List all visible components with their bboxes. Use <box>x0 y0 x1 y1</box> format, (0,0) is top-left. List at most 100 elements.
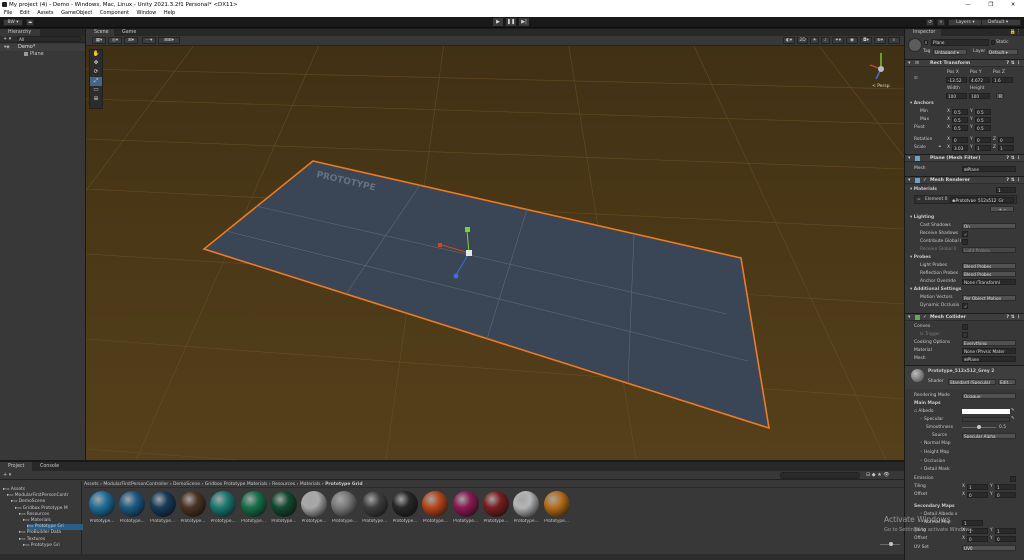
tree-item[interactable]: ▸▭ ProBuilder Data <box>19 530 61 536</box>
component-menu-icon[interactable]: ? ⇅ ⋮ <box>1006 314 1021 321</box>
eyedropper-icon[interactable]: ✎ <box>1011 415 1015 422</box>
offset-x[interactable]: 0 <box>967 492 988 498</box>
maximize-button[interactable]: ❐ <box>980 0 1002 10</box>
material-thumbnail[interactable] <box>513 491 540 517</box>
layout-dropdown[interactable]: Default ▾ <box>981 19 1021 26</box>
shading-dropdown[interactable]: ◐▾ <box>783 37 795 44</box>
collider-mesh-field[interactable]: ⊞Plane <box>962 356 1016 362</box>
hidden-objects-icon[interactable]: ◉ <box>846 37 858 44</box>
component-menu-icon[interactable]: ? ⇅ ⋮ <box>1006 177 1021 184</box>
mesh-field[interactable]: ⊞Plane <box>962 166 1016 172</box>
height-field[interactable]: 100 <box>969 93 990 99</box>
smoothness-value[interactable]: 0.5 <box>999 424 1006 431</box>
pos-y-field[interactable]: 4.672 <box>969 77 990 83</box>
pivot-dropdown[interactable]: ◎▾ <box>108 37 122 44</box>
constrain-link-icon[interactable]: ⚭ <box>938 144 942 151</box>
pos-z-field[interactable]: 1.6 <box>992 77 1013 83</box>
normal-map2-scale[interactable]: 1 <box>962 520 983 526</box>
search-icon[interactable]: ⌕ <box>937 19 945 26</box>
scene-view[interactable]: PROTOTYPE < Persp ✋ ✥ ⟳ ⤢ ▭ ⊞ <box>86 29 904 460</box>
width-field[interactable]: 100 <box>946 93 967 99</box>
component-rect-transform[interactable]: ▾ ⊞ Rect Transform ? ⇅ ⋮ <box>905 59 1024 67</box>
scene-canvas[interactable]: PROTOTYPE <box>86 29 904 460</box>
move-tool[interactable]: ✥ <box>90 59 102 68</box>
history-icon[interactable]: ↺ <box>926 19 934 26</box>
pivot-x[interactable]: 0.5 <box>952 125 968 131</box>
scale-tool[interactable]: ⤢ <box>90 77 102 86</box>
hierarchy-search[interactable]: All <box>17 36 81 42</box>
play-button[interactable]: ▶ <box>493 18 503 26</box>
persp-label[interactable]: < Persp <box>872 84 890 89</box>
component-mesh-renderer[interactable]: ▾ ✓ Mesh Renderer ? ⇅ ⋮ <box>905 176 1024 184</box>
breadcrumb-prototype-grid[interactable]: Prototype Grid <box>325 482 362 487</box>
scale-z[interactable]: 1 <box>998 145 1014 151</box>
material-thumbnail[interactable] <box>361 491 388 517</box>
tree-item[interactable]: ▸▭ Textures <box>19 537 45 543</box>
tab-scene[interactable]: Scene <box>86 29 114 36</box>
component-mesh-filter[interactable]: ▾ Plane (Mesh Filter) ? ⇅ ⋮ <box>905 154 1024 162</box>
material-thumbnail[interactable] <box>149 491 176 517</box>
material-thumbnail[interactable] <box>301 491 328 517</box>
filter-icons[interactable]: ⊟ ◆ ★ 👁 <box>866 471 890 480</box>
tab-hierarchy[interactable]: Hierarchy <box>0 29 40 36</box>
contribute-gi-checkbox[interactable] <box>962 239 968 245</box>
menu-file[interactable]: File <box>4 10 12 16</box>
physic-material-field[interactable]: None (Physic Mater <box>962 348 1016 354</box>
draw-mode-dropdown[interactable]: ▦▾ <box>92 37 106 44</box>
material-thumbnail[interactable] <box>210 491 237 517</box>
smoothness-slider-handle[interactable] <box>977 425 981 429</box>
lighting-toggle-icon[interactable]: ☀ <box>810 37 819 44</box>
gizmos-dropdown[interactable]: ⊕▾ <box>874 37 886 44</box>
minimize-button[interactable]: — <box>957 0 979 10</box>
rect-tool[interactable]: ▭ <box>90 86 102 95</box>
breadcrumb-gridbox[interactable]: Gridbox Prototype Materials <box>205 482 268 487</box>
menu-gameobject[interactable]: GameObject <box>61 10 92 16</box>
source-dropdown[interactable]: Specular Alpha <box>962 433 1016 439</box>
shader-edit-button[interactable]: Edit... <box>998 379 1016 385</box>
material-thumbnail[interactable] <box>89 491 115 517</box>
tab-console[interactable]: Console <box>32 462 64 471</box>
hierarchy-item-plane[interactable]: Plane <box>0 51 85 58</box>
element0-field[interactable]: ◉Prototype_512x512_Gr <box>950 197 1014 203</box>
shader-dropdown[interactable]: Standard (Specular <box>948 379 996 385</box>
menu-help[interactable]: Help <box>164 10 175 16</box>
eyedropper-icon[interactable]: ✎ <box>1011 407 1015 414</box>
breadcrumb-resources[interactable]: Resources <box>272 482 295 487</box>
component-menu-icon[interactable]: ? ⇅ ⋮ <box>1006 60 1021 67</box>
create-icon[interactable]: + ▾ <box>3 471 11 480</box>
lock-icon[interactable]: 🔒⋮ <box>1010 29 1021 36</box>
receive-gi-dropdown[interactable]: Light Probes <box>962 247 1016 253</box>
specular-color-swatch[interactable] <box>962 417 1010 422</box>
lighting-foldout[interactable]: ▾ Lighting <box>910 214 934 221</box>
scene-row[interactable]: ▾◈ Demo* <box>0 44 85 51</box>
menu-component[interactable]: Component <box>100 10 129 16</box>
step-button[interactable]: ▶| <box>519 18 529 26</box>
pivot-y[interactable]: 0.5 <box>975 125 991 131</box>
material-thumbnail[interactable] <box>392 491 418 517</box>
component-mesh-collider[interactable]: ▾ ✓ Mesh Collider ? ⇅ ⋮ <box>905 313 1024 321</box>
tab-game[interactable]: Game <box>114 29 142 36</box>
material-thumbnail[interactable] <box>240 491 267 517</box>
rotation-z[interactable]: 0 <box>998 137 1014 143</box>
add-icon[interactable]: + ▾ <box>3 36 11 43</box>
anchor-override-field[interactable]: None (Transform) <box>962 279 1016 285</box>
project-search[interactable] <box>780 472 860 479</box>
cast-shadows-dropdown[interactable]: On <box>962 223 1016 229</box>
anchors-foldout[interactable]: ▾ Anchors <box>910 100 934 107</box>
tiling-x[interactable]: 1 <box>967 484 988 490</box>
menu-assets[interactable]: Assets <box>37 10 53 16</box>
is-trigger-checkbox[interactable] <box>962 332 968 338</box>
uv-set-dropdown[interactable]: UV0 <box>962 545 1016 551</box>
tiling-y[interactable]: 1 <box>995 484 1016 490</box>
enabled-checkbox[interactable]: ✓ <box>923 177 927 184</box>
breadcrumb-materials[interactable]: Materials <box>300 482 321 487</box>
menu-edit[interactable]: Edit <box>20 10 30 16</box>
material-thumbnail[interactable] <box>179 491 206 517</box>
menu-window[interactable]: Window <box>137 10 157 16</box>
hand-tool[interactable]: ✋ <box>90 50 102 59</box>
effects-dropdown[interactable]: ✦▾ <box>832 37 844 44</box>
tree-item[interactable]: ▸▭ Gridbox Prototype M <box>15 506 68 512</box>
tag-dropdown[interactable]: Untagged ▾ <box>933 49 967 55</box>
breadcrumb-controller[interactable]: ModularFirstPersonController <box>103 482 168 487</box>
raw-edit-button[interactable]: R <box>996 93 1004 99</box>
